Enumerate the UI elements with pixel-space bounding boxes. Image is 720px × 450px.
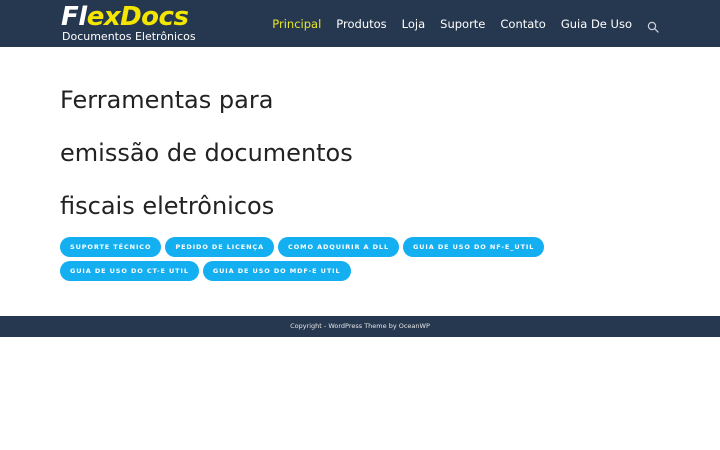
logo-part-2: ex bbox=[86, 2, 121, 32]
logo-part-3: Docs bbox=[120, 2, 189, 32]
como-adquirir-dll-button[interactable]: Como adquirir a DLL bbox=[278, 237, 399, 257]
main-nav: Principal Produtos Loja Suporte Contato … bbox=[257, 0, 659, 47]
guia-nfe-util-button[interactable]: Guia de uso do NF-e_Util bbox=[403, 237, 545, 257]
suporte-tecnico-button[interactable]: Suporte Técnico bbox=[60, 237, 162, 257]
logo-part-1: Fl bbox=[61, 2, 87, 32]
link-buttons: Suporte Técnico Pedido de licença Como a… bbox=[60, 237, 660, 285]
nav-item-loja[interactable]: Loja bbox=[402, 17, 425, 31]
nav-item-suporte[interactable]: Suporte bbox=[440, 17, 485, 31]
logo-wordmark: FlexDocs bbox=[61, 2, 189, 32]
nav-item-principal[interactable]: Principal bbox=[272, 17, 321, 31]
hero-line-1: Ferramentas para bbox=[60, 86, 274, 114]
hero-title: Ferramentas para emissão de documentos f… bbox=[60, 74, 460, 233]
nav-item-produtos[interactable]: Produtos bbox=[336, 17, 386, 31]
hero-line-2: emissão de documentos bbox=[60, 139, 353, 167]
footer-copyright: Copyright - WordPress Theme by OceanWP bbox=[290, 322, 430, 330]
search-icon-graphic bbox=[647, 21, 659, 33]
guia-mdfe-util-button[interactable]: Guia de uso do MDF-e Util bbox=[202, 261, 351, 281]
nav-item-guia-de-uso[interactable]: Guia De Uso bbox=[561, 17, 632, 31]
pedido-de-licenca-button[interactable]: Pedido de licença bbox=[165, 237, 275, 257]
logo-subtitle: Documentos Eletrônicos bbox=[62, 30, 196, 43]
site-footer: Copyright - WordPress Theme by OceanWP bbox=[0, 316, 720, 337]
top-header: FlexDocs Documentos Eletrônicos Principa… bbox=[0, 0, 720, 47]
site-logo[interactable]: FlexDocs Documentos Eletrônicos bbox=[61, 2, 201, 44]
search-icon[interactable] bbox=[647, 18, 659, 33]
nav-item-contato[interactable]: Contato bbox=[500, 17, 545, 31]
guia-cte-util-button[interactable]: Guia de uso do CT-e Util bbox=[60, 261, 199, 281]
hero-line-3: fiscais eletrônicos bbox=[60, 192, 275, 220]
